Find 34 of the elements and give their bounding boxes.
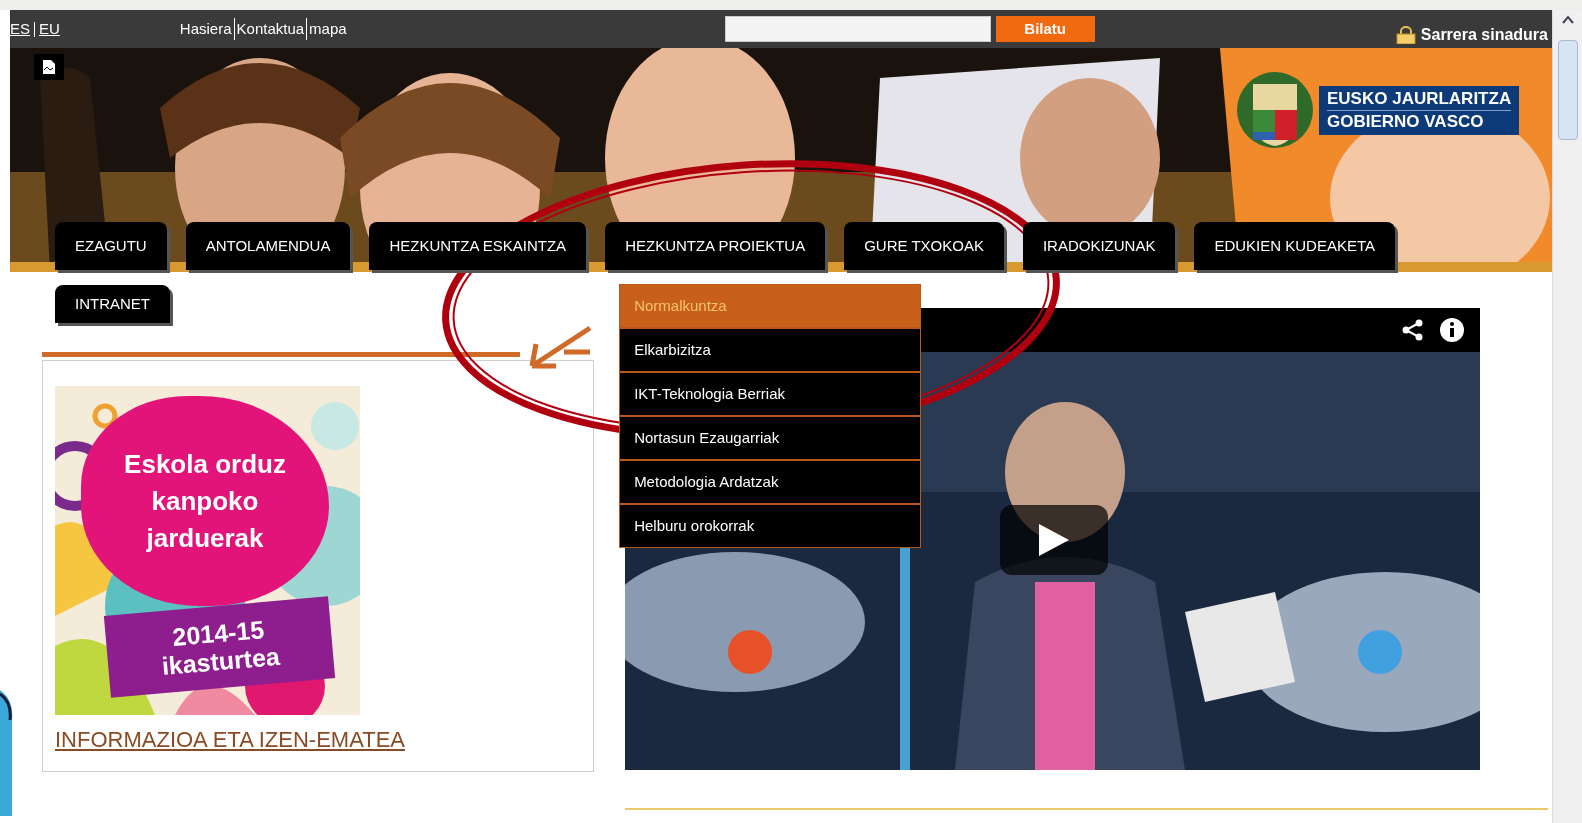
scrollbar[interactable] xyxy=(1552,10,1582,823)
menu-item[interactable]: Metodologia Ardatzak xyxy=(619,460,922,504)
scrollbar-thumb[interactable] xyxy=(1557,40,1578,140)
nav-tab[interactable]: EDUKIEN KUDEAKETA xyxy=(1194,222,1396,270)
nav-tab[interactable]: ANTOLAMENDUA xyxy=(185,222,351,270)
nav-tab[interactable]: IRADOKIZUNAK xyxy=(1022,222,1176,270)
logo-text: GOBIERNO VASCO xyxy=(1327,109,1512,133)
promo-year: 2014-15 ikasturtea xyxy=(159,614,281,681)
top-link[interactable]: Kontaktua xyxy=(233,17,305,41)
menu-item[interactable]: Elkarbizitza xyxy=(619,328,922,372)
top-link[interactable]: Hasiera xyxy=(179,17,232,41)
language-link[interactable]: ES xyxy=(10,17,30,41)
menu-item[interactable]: Helburu orokorrak xyxy=(619,504,922,548)
share-icon[interactable] xyxy=(1402,319,1424,341)
document-icon[interactable] xyxy=(34,54,64,80)
menu-item[interactable]: Nortasun Ezaugarriak xyxy=(619,416,922,460)
login-link[interactable]: Sarrera sinadura xyxy=(1420,23,1548,47)
top-link[interactable]: mapa xyxy=(306,17,347,41)
info-icon[interactable] xyxy=(1440,318,1464,342)
nav-tab[interactable]: INTRANET xyxy=(55,285,170,323)
promo-title: Eskola orduz kanpoko jarduerak xyxy=(124,447,286,555)
menu-item[interactable]: IKT-Teknologia Berriak xyxy=(619,372,922,416)
play-button[interactable] xyxy=(1000,505,1108,575)
nav-tab[interactable]: HEZKUNTZA ESKAINTZA xyxy=(369,222,587,270)
lock-icon xyxy=(1394,26,1417,44)
search-field[interactable] xyxy=(724,16,991,42)
language-link[interactable]: EU xyxy=(39,17,60,41)
logo-text: EUSKO JAURLARITZA xyxy=(1327,87,1512,110)
nav-tab[interactable]: HEZKUNTZA PROIEKTUA xyxy=(605,222,826,270)
coat-of-arms-icon xyxy=(1235,70,1315,150)
play-icon xyxy=(1039,524,1069,556)
nav-tab[interactable]: GURE TXOKOAK xyxy=(844,222,1004,270)
info-link[interactable]: INFORMAZIOA ETA IZEN-EMATEA xyxy=(55,723,593,756)
nav-tab[interactable]: EZAGUTU xyxy=(55,222,167,270)
